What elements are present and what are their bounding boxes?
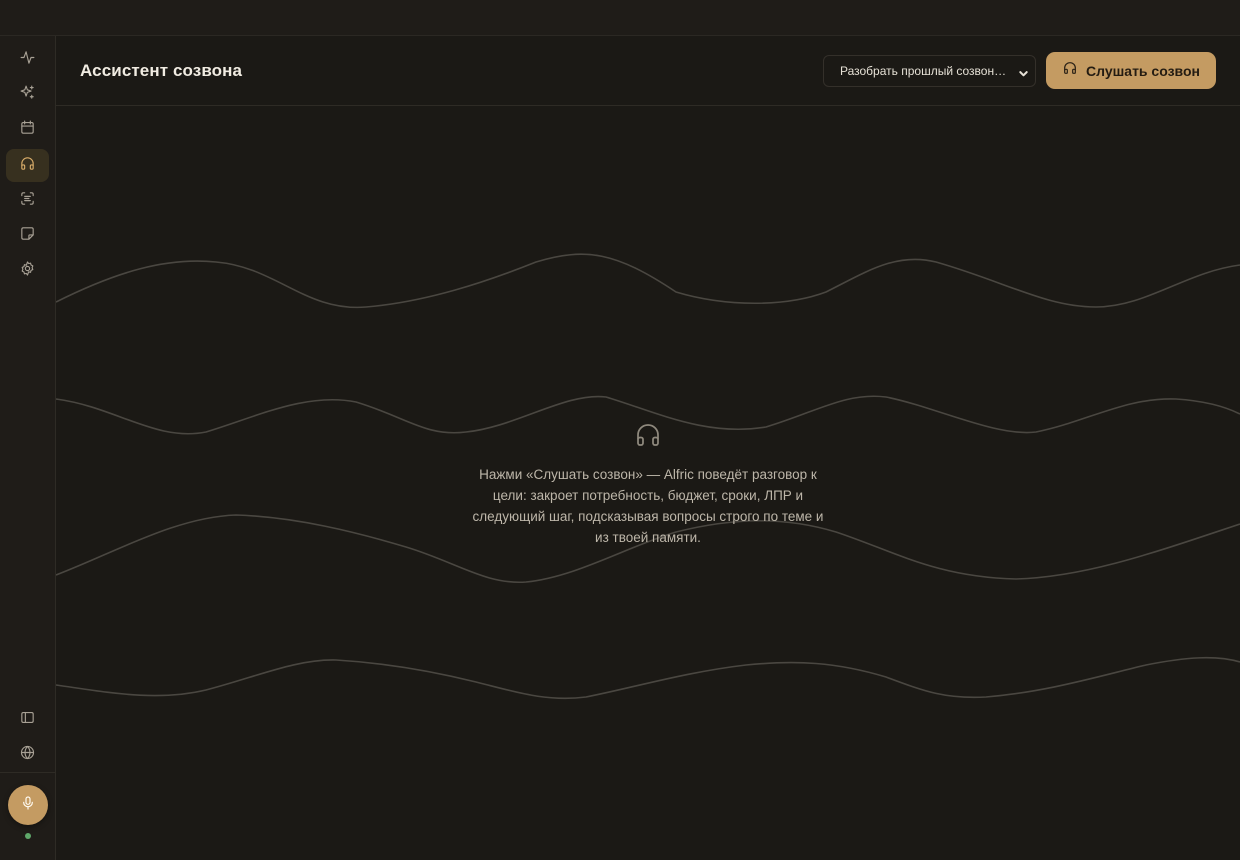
empty-state: Нажми «Слушать созвон» — Alfric поведёт … (448, 420, 848, 548)
sidebar-item-calendar[interactable] (6, 113, 49, 146)
sparkles-icon (19, 84, 36, 106)
microphone-icon (20, 795, 36, 816)
empty-state-text: Нажми «Слушать созвон» — Alfric поведёт … (472, 467, 824, 545)
language-button[interactable] (6, 738, 49, 771)
chevron-down-icon (1018, 66, 1029, 77)
sidebar-item-call-assistant[interactable] (6, 149, 49, 182)
sidebar-toggle-button[interactable] (6, 703, 49, 736)
wave-line (56, 253, 1240, 309)
window-top-bar (0, 0, 1240, 36)
panel-toggle-icon (19, 709, 36, 731)
page-header: Ассистент созвона Разобрать прошлый созв… (56, 36, 1240, 106)
status-indicator (25, 833, 31, 839)
headphones-icon (633, 420, 663, 450)
calendar-icon (19, 119, 36, 141)
sidebar-item-settings[interactable] (6, 254, 49, 287)
sidebar-divider (0, 772, 55, 773)
headphones-icon (1062, 60, 1078, 81)
sidebar-item-transcripts[interactable] (6, 184, 49, 217)
past-call-select-value: Разобрать прошлый созвон… (840, 64, 1007, 78)
sidebar-item-activity[interactable] (6, 43, 49, 76)
sidebar-item-ai[interactable] (6, 78, 49, 111)
page-title: Ассистент созвона (80, 61, 243, 80)
microphone-button[interactable] (8, 785, 48, 825)
globe-icon (19, 744, 36, 766)
past-call-select[interactable]: Разобрать прошлый созвон… (823, 55, 1036, 87)
sidebar (0, 36, 56, 860)
settings-gear-icon (19, 260, 36, 282)
activity-icon (19, 49, 36, 71)
listen-call-button[interactable]: Слушать созвон (1046, 52, 1216, 89)
scan-text-icon (19, 190, 36, 212)
note-icon (19, 225, 36, 247)
headphones-icon (19, 155, 36, 177)
wave-line (56, 656, 1240, 700)
listen-call-button-label: Слушать созвон (1086, 62, 1200, 79)
sidebar-item-notes[interactable] (6, 219, 49, 252)
